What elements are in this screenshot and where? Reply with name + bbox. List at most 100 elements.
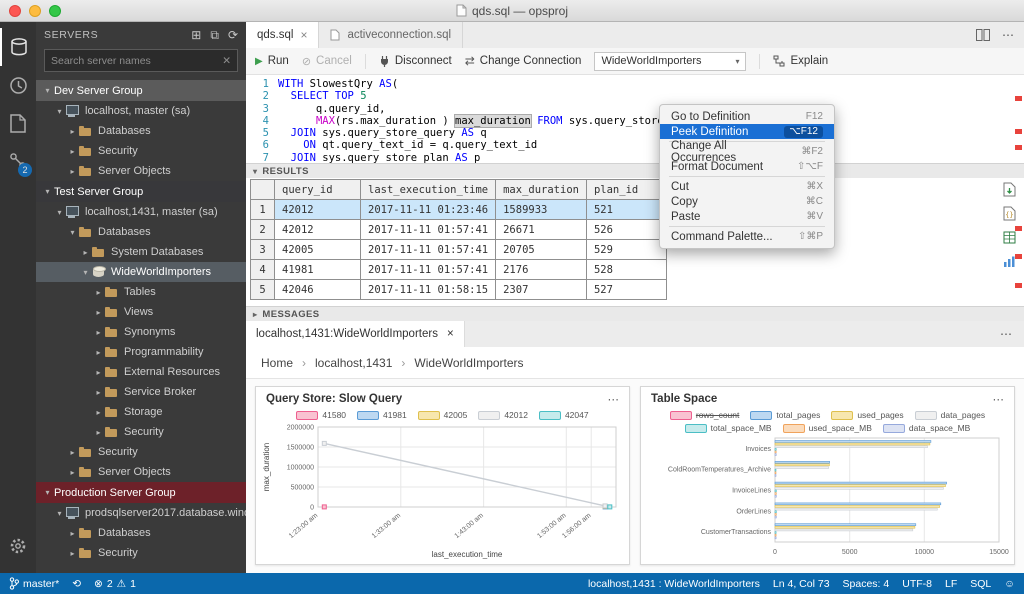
grid-cell[interactable]: 42012 [275, 200, 361, 220]
close-window-button[interactable] [9, 5, 21, 17]
tree-collapsed-icon[interactable]: ▸ [92, 288, 105, 297]
tree-expanded-icon[interactable]: ▾ [66, 228, 79, 237]
row-number[interactable]: 3 [251, 240, 275, 260]
tree-collapsed-icon[interactable]: ▸ [66, 468, 79, 477]
git-branch-indicator[interactable]: master* [9, 577, 59, 590]
cancel-button[interactable]: ⊘ Cancel [302, 55, 352, 68]
tree-expanded-icon[interactable]: ▾ [41, 488, 54, 497]
tree-item-production-server-group[interactable]: ▾Production Server Group [36, 482, 246, 503]
tree-item-server-objects[interactable]: ▸Server Objects [36, 462, 246, 482]
grid-corner[interactable] [251, 180, 275, 200]
tree-collapsed-icon[interactable]: ▸ [66, 549, 79, 558]
row-number[interactable]: 1 [251, 200, 275, 220]
sync-button[interactable]: ⟲ [72, 578, 81, 590]
code-line-2[interactable]: 2 SELECT TOP 5 [246, 90, 1024, 102]
split-editor-icon[interactable] [976, 29, 990, 41]
maximize-window-button[interactable] [49, 5, 61, 17]
tree-item-tables[interactable]: ▸Tables [36, 282, 246, 302]
breadcrumb-item-wideworldimporters[interactable]: WideWorldImporters [414, 356, 523, 370]
tree-expanded-icon[interactable]: ▾ [79, 268, 92, 277]
tree-item-security[interactable]: ▸Security [36, 442, 246, 462]
tree-expanded-icon[interactable]: ▾ [41, 187, 54, 196]
tree-expanded-icon[interactable]: ▾ [41, 86, 54, 95]
menu-item-peek-definition[interactable]: Peek Definition⌥F12 [660, 124, 834, 139]
grid-row-1[interactable]: 1420122017-11-11 01:23:461589933521 [251, 200, 667, 220]
grid-cell[interactable]: 2017-11-11 01:57:41 [361, 220, 496, 240]
tree-item-localhost-master-sa[interactable]: ▾localhost, master (sa) [36, 101, 246, 121]
tree-collapsed-icon[interactable]: ▸ [66, 529, 79, 538]
legend-item-used-space-mb[interactable]: used_space_MB [783, 423, 872, 433]
tree-item-security[interactable]: ▸Security [36, 543, 246, 563]
grid-column-query-id[interactable]: query_id [275, 180, 361, 200]
grid-cell[interactable]: 1589933 [496, 200, 587, 220]
indentation-indicator[interactable]: Spaces: 4 [843, 578, 890, 590]
grid-cell[interactable]: 2176 [496, 260, 587, 280]
search-clear-icon[interactable]: ✕ [222, 55, 231, 67]
row-number[interactable]: 5 [251, 280, 275, 300]
tree-item-views[interactable]: ▸Views [36, 302, 246, 322]
explorer-icon[interactable] [0, 104, 36, 142]
results-grid[interactable]: query_idlast_execution_timemax_durationp… [250, 179, 667, 300]
servers-icon[interactable] [0, 28, 36, 66]
legend-item-total-pages[interactable]: total_pages [750, 410, 820, 420]
connections-icon[interactable]: 2 [0, 142, 36, 180]
encoding-indicator[interactable]: UTF-8 [902, 578, 932, 590]
widget-more-icon[interactable]: ⋯ [608, 392, 620, 406]
tab-activeconnection-sql[interactable]: activeconnection.sql [319, 22, 463, 48]
tree-item-databases[interactable]: ▸Databases [36, 121, 246, 141]
tree-expanded-icon[interactable]: ▾ [53, 509, 66, 518]
legend-item-data-space-mb[interactable]: data_space_MB [883, 423, 970, 433]
grid-cell[interactable]: 42005 [275, 240, 361, 260]
legend-item-42005[interactable]: 42005 [418, 410, 468, 420]
gear-icon[interactable] [0, 527, 36, 565]
run-button[interactable]: ▶ Run [255, 55, 289, 67]
expand-messages-icon[interactable]: ▸ [253, 310, 257, 319]
tree-item-programmability[interactable]: ▸Programmability [36, 342, 246, 362]
legend-item-rows-count[interactable]: rows_count [670, 410, 739, 420]
menu-item-format-document[interactable]: Format Document⇧⌥F [660, 159, 834, 174]
widget-more-icon[interactable]: ⋯ [993, 392, 1005, 406]
grid-column-last-execution-time[interactable]: last_execution_time [361, 180, 496, 200]
legend-item-42047[interactable]: 42047 [539, 410, 589, 420]
menu-item-paste[interactable]: Paste⌘V [660, 209, 834, 224]
tree-collapsed-icon[interactable]: ▸ [66, 147, 79, 156]
tree-item-dev-server-group[interactable]: ▾Dev Server Group [36, 80, 246, 101]
breadcrumb-item-home[interactable]: Home [261, 356, 293, 370]
tree-item-security[interactable]: ▸Security [36, 422, 246, 442]
tree-item-databases[interactable]: ▸Databases [36, 523, 246, 543]
grid-cell[interactable]: 529 [586, 240, 666, 260]
legend-item-data-pages[interactable]: data_pages [915, 410, 985, 420]
grid-cell[interactable]: 527 [586, 280, 666, 300]
grid-cell[interactable]: 41981 [275, 260, 361, 280]
legend-item-41580[interactable]: 41580 [296, 410, 346, 420]
grid-cell[interactable]: 521 [586, 200, 666, 220]
grid-row-5[interactable]: 5420462017-11-11 01:58:152307527 [251, 280, 667, 300]
menu-item-change-all-occurrences[interactable]: Change All Occurrences⌘F2 [660, 144, 834, 159]
menu-item-copy[interactable]: Copy⌘C [660, 194, 834, 209]
explain-button[interactable]: Explain [773, 55, 828, 67]
row-number[interactable]: 2 [251, 220, 275, 240]
row-number[interactable]: 4 [251, 260, 275, 280]
grid-cell[interactable]: 2017-11-11 01:23:46 [361, 200, 496, 220]
legend-item-42012[interactable]: 42012 [478, 410, 528, 420]
code-line-4[interactable]: 4 MAX(rs.max_duration ) max_duration FRO… [246, 115, 1024, 127]
tree-item-service-broker[interactable]: ▸Service Broker [36, 382, 246, 402]
tree-collapsed-icon[interactable]: ▸ [79, 248, 92, 257]
collapse-results-icon[interactable]: ▾ [253, 167, 257, 176]
tree-item-external-resources[interactable]: ▸External Resources [36, 362, 246, 382]
disconnect-button[interactable]: Disconnect [379, 55, 452, 67]
tree-collapsed-icon[interactable]: ▸ [92, 308, 105, 317]
tree-item-server-objects[interactable]: ▸Server Objects [36, 161, 246, 181]
task-history-icon[interactable] [0, 66, 36, 104]
grid-cell[interactable]: 528 [586, 260, 666, 280]
tree-expanded-icon[interactable]: ▾ [53, 208, 66, 217]
tree-item-localhost-1431-master-sa[interactable]: ▾localhost,1431, master (sa) [36, 202, 246, 222]
connection-indicator[interactable]: localhost,1431 : WideWorldImporters [588, 578, 760, 590]
tree-collapsed-icon[interactable]: ▸ [66, 448, 79, 457]
tree-item-system-databases[interactable]: ▸System Databases [36, 242, 246, 262]
grid-column-plan-id[interactable]: plan_id [586, 180, 666, 200]
grid-cell[interactable]: 2017-11-11 01:58:15 [361, 280, 496, 300]
tree-item-security[interactable]: ▸Security [36, 141, 246, 161]
grid-cell[interactable]: 2017-11-11 01:57:41 [361, 260, 496, 280]
tree-collapsed-icon[interactable]: ▸ [92, 408, 105, 417]
